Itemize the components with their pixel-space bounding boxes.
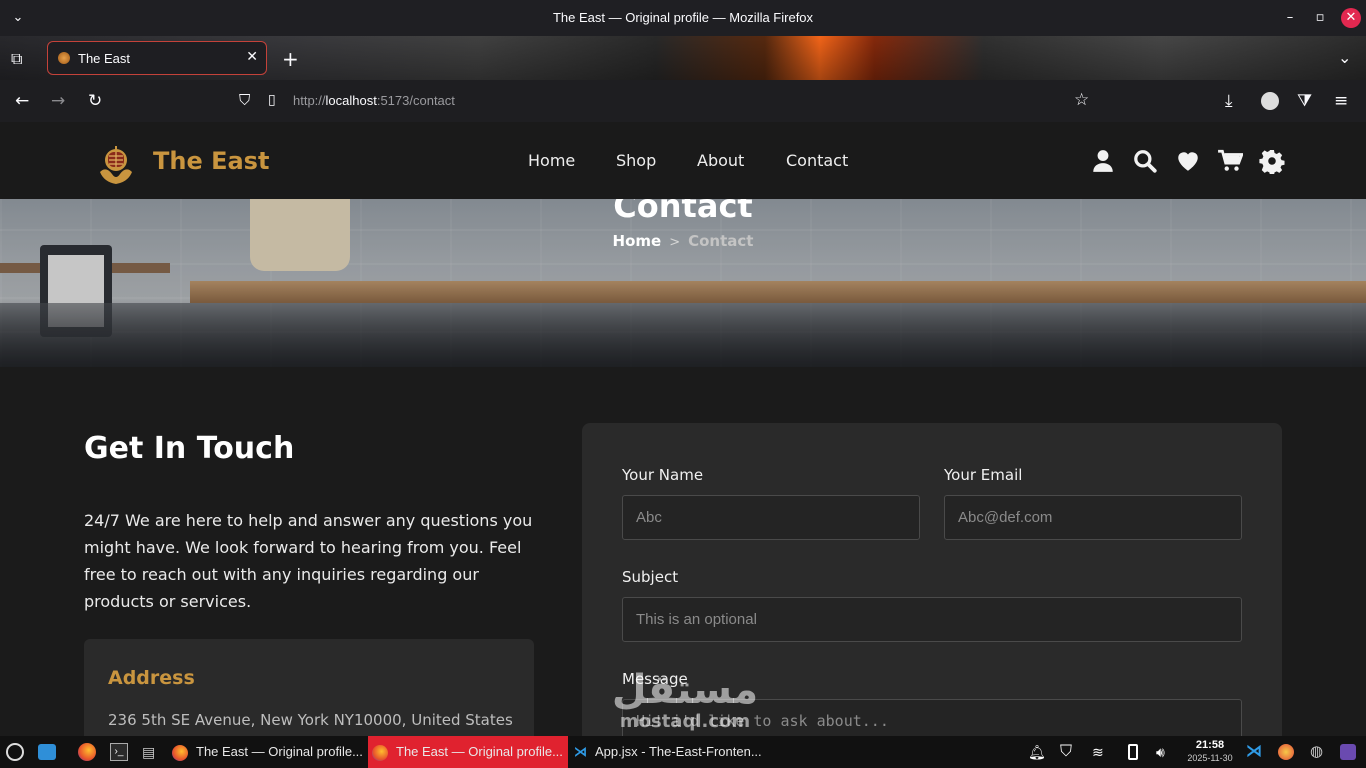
address-text: 236 5th SE Avenue, New York NY10000, Uni… [108, 711, 513, 729]
breadcrumb-current: Contact [688, 232, 754, 250]
account-avatar-icon[interactable] [1261, 92, 1279, 110]
terminal-icon[interactable]: ›_ [110, 743, 128, 761]
contact-section: Get In Touch 24/7 We are here to help an… [0, 367, 1366, 736]
list-tabs-icon[interactable]: ⌄ [1338, 48, 1351, 67]
brand-logo-icon[interactable] [94, 142, 138, 186]
show-desktop-icon[interactable] [38, 744, 56, 760]
tab-label: The East [78, 51, 131, 66]
email-input[interactable] [944, 495, 1242, 540]
tab-overview-icon[interactable]: ⧉ [11, 49, 22, 69]
tab-strip: ⧉ The East ✕ + ⌄ [0, 36, 1366, 80]
firefox-launcher-icon[interactable] [78, 743, 96, 761]
notification-bell-icon[interactable]: 🔔︎ [1028, 742, 1048, 762]
maximize-icon[interactable]: ▫ [1310, 8, 1330, 28]
chrome-tray-icon[interactable] [1278, 744, 1294, 760]
back-icon[interactable]: ← [15, 91, 29, 111]
brand-name[interactable]: The East [153, 147, 269, 175]
nav-home[interactable]: Home [528, 151, 575, 170]
tab-the-east[interactable]: The East ✕ [47, 41, 267, 75]
files-icon[interactable]: ▤ [142, 742, 162, 762]
breadcrumb-home[interactable]: Home [613, 232, 662, 250]
message-textarea[interactable] [622, 699, 1242, 736]
firefox-icon [372, 744, 388, 761]
bookmark-star-icon[interactable]: ☆ [1074, 90, 1089, 110]
address-card: Address 236 5th SE Avenue, New York NY10… [84, 639, 534, 736]
vscode-icon: ⋊ [574, 744, 587, 759]
minimize-icon[interactable]: – [1280, 8, 1300, 28]
name-input[interactable] [622, 495, 920, 540]
forward-icon[interactable]: → [51, 91, 65, 111]
contact-intro: 24/7 We are here to help and answer any … [84, 511, 533, 611]
battery-icon[interactable] [1128, 744, 1138, 760]
nav-shop[interactable]: Shop [616, 151, 656, 170]
taskbar-item-vscode[interactable]: ⋊ App.jsx - The-East-Fronten... [570, 736, 770, 768]
gear-icon[interactable] [1259, 148, 1285, 176]
volume-icon[interactable]: 🔊︎ [1156, 742, 1176, 762]
message-label: Message [622, 670, 688, 688]
security-shield-icon[interactable]: ⛉ [1060, 742, 1080, 762]
taskbar-item-label: The East — Original profile... [396, 744, 563, 759]
clock[interactable]: 21:58 2025-11-30 [1182, 738, 1238, 765]
shield-icon[interactable]: ⛉ [239, 91, 250, 109]
vscode-tray-icon[interactable]: ⋊ [1246, 742, 1266, 762]
hero-banner: Contact Home > Contact [0, 199, 1366, 367]
contact-heading: Get In Touch [84, 431, 295, 466]
heart-icon[interactable] [1175, 148, 1201, 174]
contact-form: Your Name Your Email Subject Message [582, 423, 1282, 736]
search-icon[interactable] [1132, 148, 1158, 174]
start-menu-icon[interactable] [6, 743, 24, 761]
downloads-icon[interactable]: ⤓ [1225, 91, 1233, 111]
app-tray-icon[interactable] [1340, 744, 1356, 760]
taskbar-item-firefox-1[interactable]: The East — Original profile... [168, 736, 368, 768]
subject-input[interactable] [622, 597, 1242, 642]
breadcrumb: Home > Contact [0, 232, 1366, 250]
clock-date: 2025-11-30 [1187, 753, 1233, 763]
url-bar[interactable]: ⛉ ▯ http://localhost:5173/contact ☆ [230, 86, 1110, 116]
network-globe-icon[interactable]: ◍ [1310, 742, 1330, 762]
nav-toolbar: ← → ↻ ⛉ ▯ http://localhost:5173/contact … [0, 80, 1366, 122]
close-tab-icon[interactable]: ✕ [246, 49, 258, 65]
reload-icon[interactable]: ↻ [88, 91, 102, 111]
taskbar-item-label: App.jsx - The-East-Fronten... [595, 744, 762, 759]
clock-time: 21:58 [1195, 739, 1225, 751]
nav-about[interactable]: About [697, 151, 744, 170]
menu-hamburger-icon[interactable]: ≡ [1334, 91, 1348, 111]
site-header: The East Home Shop About Contact [0, 122, 1366, 199]
email-label: Your Email [944, 466, 1023, 484]
taskbar: ›_ ▤ The East — Original profile... The … [0, 736, 1366, 768]
window-titlebar: ⌄ The East — Original profile — Mozilla … [0, 0, 1366, 36]
subject-label: Subject [622, 568, 679, 586]
window-title: The East — Original profile — Mozilla Fi… [552, 10, 814, 25]
taskbar-item-label: The East — Original profile... [196, 744, 363, 759]
page-info-icon[interactable]: ▯ [268, 92, 276, 108]
site-favicon [58, 52, 70, 64]
wifi-icon[interactable]: ≋ [1092, 742, 1112, 762]
firefox-icon [172, 744, 188, 761]
extensions-icon[interactable]: ⧩ [1297, 91, 1312, 111]
new-tab-icon[interactable]: + [282, 47, 299, 71]
url-text[interactable]: http://localhost:5173/contact [293, 93, 455, 108]
address-heading: Address [108, 667, 195, 689]
taskbar-item-firefox-2[interactable]: The East — Original profile... [368, 736, 568, 768]
user-icon[interactable] [1090, 148, 1116, 174]
cart-icon[interactable] [1217, 148, 1244, 174]
close-window-icon[interactable]: ✕ [1341, 8, 1361, 28]
name-label: Your Name [622, 466, 704, 484]
page-title: Contact [613, 199, 753, 225]
nav-contact[interactable]: Contact [786, 151, 848, 170]
breadcrumb-separator: > [669, 235, 681, 250]
